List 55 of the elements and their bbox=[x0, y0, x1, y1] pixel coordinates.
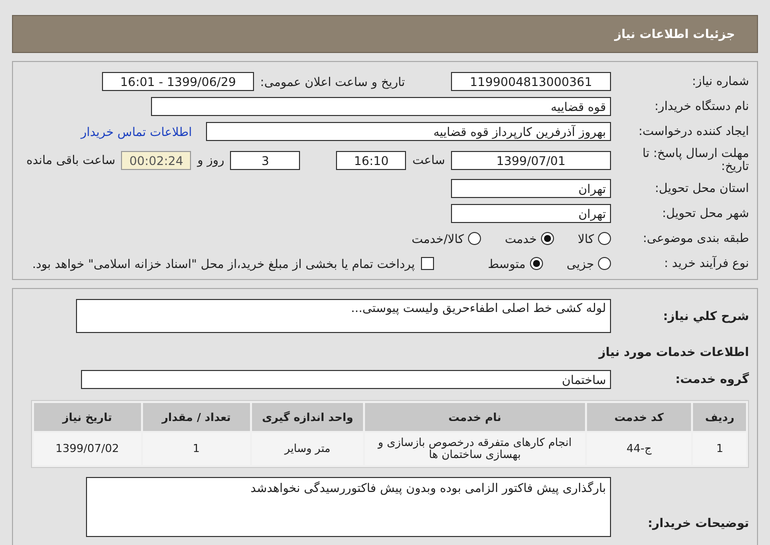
province-field: تهران bbox=[451, 179, 611, 198]
deadline-date-field: 1399/07/01 bbox=[451, 150, 611, 170]
page-title: جزئیات اطلاعات نیاز bbox=[614, 27, 735, 41]
table-cell: 1 bbox=[142, 433, 250, 466]
column-header: واحد اندازه گیری bbox=[252, 403, 364, 432]
radio-button[interactable] bbox=[530, 257, 543, 270]
field-label: توضیحات خریدار: bbox=[646, 517, 750, 531]
field-label: استان محل تحویل: bbox=[654, 182, 750, 196]
creator-field: بهروز آذرفرین کارپرداز قوه قضاییه bbox=[206, 122, 611, 141]
service-group-field: ساختمان bbox=[81, 370, 611, 390]
field-label: ساعت bbox=[412, 153, 445, 168]
table-cell: 1399/07/02 bbox=[34, 433, 140, 466]
option-label: جزیی bbox=[566, 256, 594, 271]
field-label: ساعت باقی مانده bbox=[26, 153, 116, 168]
field-label: شرح کلي نياز: bbox=[662, 310, 750, 323]
field-label: روز و bbox=[197, 153, 224, 168]
field-label: ایجاد کننده درخواست: bbox=[637, 124, 750, 138]
announce-date-field: 1399/06/29 - 16:01 bbox=[102, 72, 254, 91]
city-field: تهران bbox=[451, 204, 611, 224]
option-label: کالا/خدمت bbox=[412, 232, 464, 246]
column-header: کد خدمت bbox=[586, 403, 692, 432]
field-label: نوع فرآیند خرید : bbox=[663, 257, 750, 270]
field-label: تاریخ و ساعت اعلان عمومی: bbox=[260, 74, 405, 88]
days-field: 3 bbox=[230, 150, 300, 170]
need-number-field: 1199004813000361 bbox=[451, 72, 611, 91]
option-label: کالا bbox=[578, 232, 594, 246]
field-label: طبقه بندی موضوعی: bbox=[642, 232, 750, 246]
column-header: نام خدمت bbox=[365, 403, 585, 432]
notes-field: بارگذاری پیش فاکتور الزامی بوده وبدون پیش فاکتوررسیدگی نخواهدشد bbox=[86, 477, 611, 538]
table-cell: 1 bbox=[693, 433, 746, 466]
remaining-time-field: 00:02:24 bbox=[121, 150, 192, 170]
option-label: متوسط bbox=[488, 256, 526, 271]
field-label: شهر محل تحویل: bbox=[661, 207, 750, 220]
field-label: نام دستگاه خریدار: bbox=[654, 100, 750, 114]
column-header: تاریخ نیاز bbox=[34, 403, 140, 432]
buyer-field: قوه قضاییه bbox=[151, 97, 611, 116]
table-cell: متر وسایر bbox=[252, 433, 364, 466]
checkbox-label: پرداخت تمام یا بخشی از مبلغ خرید،از محل "اسناد خزانه اسلامی" خواهد بود. bbox=[32, 256, 415, 271]
field-label: شماره نیاز: bbox=[691, 74, 750, 88]
deadline-time-field: 16:10 bbox=[336, 150, 406, 170]
column-header: تعداد / مقدار bbox=[142, 403, 250, 432]
field-label: گروه خدمت: bbox=[674, 373, 750, 386]
option-label: خدمت bbox=[504, 232, 537, 246]
contact-link[interactable]: اطلاعات تماس خریدار bbox=[80, 124, 192, 138]
checkbox[interactable] bbox=[420, 257, 434, 270]
table-cell: ج-44 bbox=[586, 433, 692, 466]
column-header: ردیف bbox=[693, 403, 746, 432]
radio-button[interactable] bbox=[598, 257, 611, 270]
table-cell: انجام کارهای متفرقه درخصوص بازسازی و بهسازی ساختمان ها bbox=[365, 433, 585, 466]
radio-button[interactable] bbox=[468, 232, 481, 246]
section-heading: اطلاعات خدمات مورد نیاز bbox=[598, 344, 750, 359]
summary-field: لوله کشی خط اصلی اطفاءحریق ولیست پیوستی... bbox=[76, 299, 611, 334]
radio-button[interactable] bbox=[598, 232, 611, 246]
radio-button[interactable] bbox=[540, 232, 554, 246]
field-label: مهلت ارسال پاسخ: تا تاریخ: bbox=[641, 147, 750, 174]
